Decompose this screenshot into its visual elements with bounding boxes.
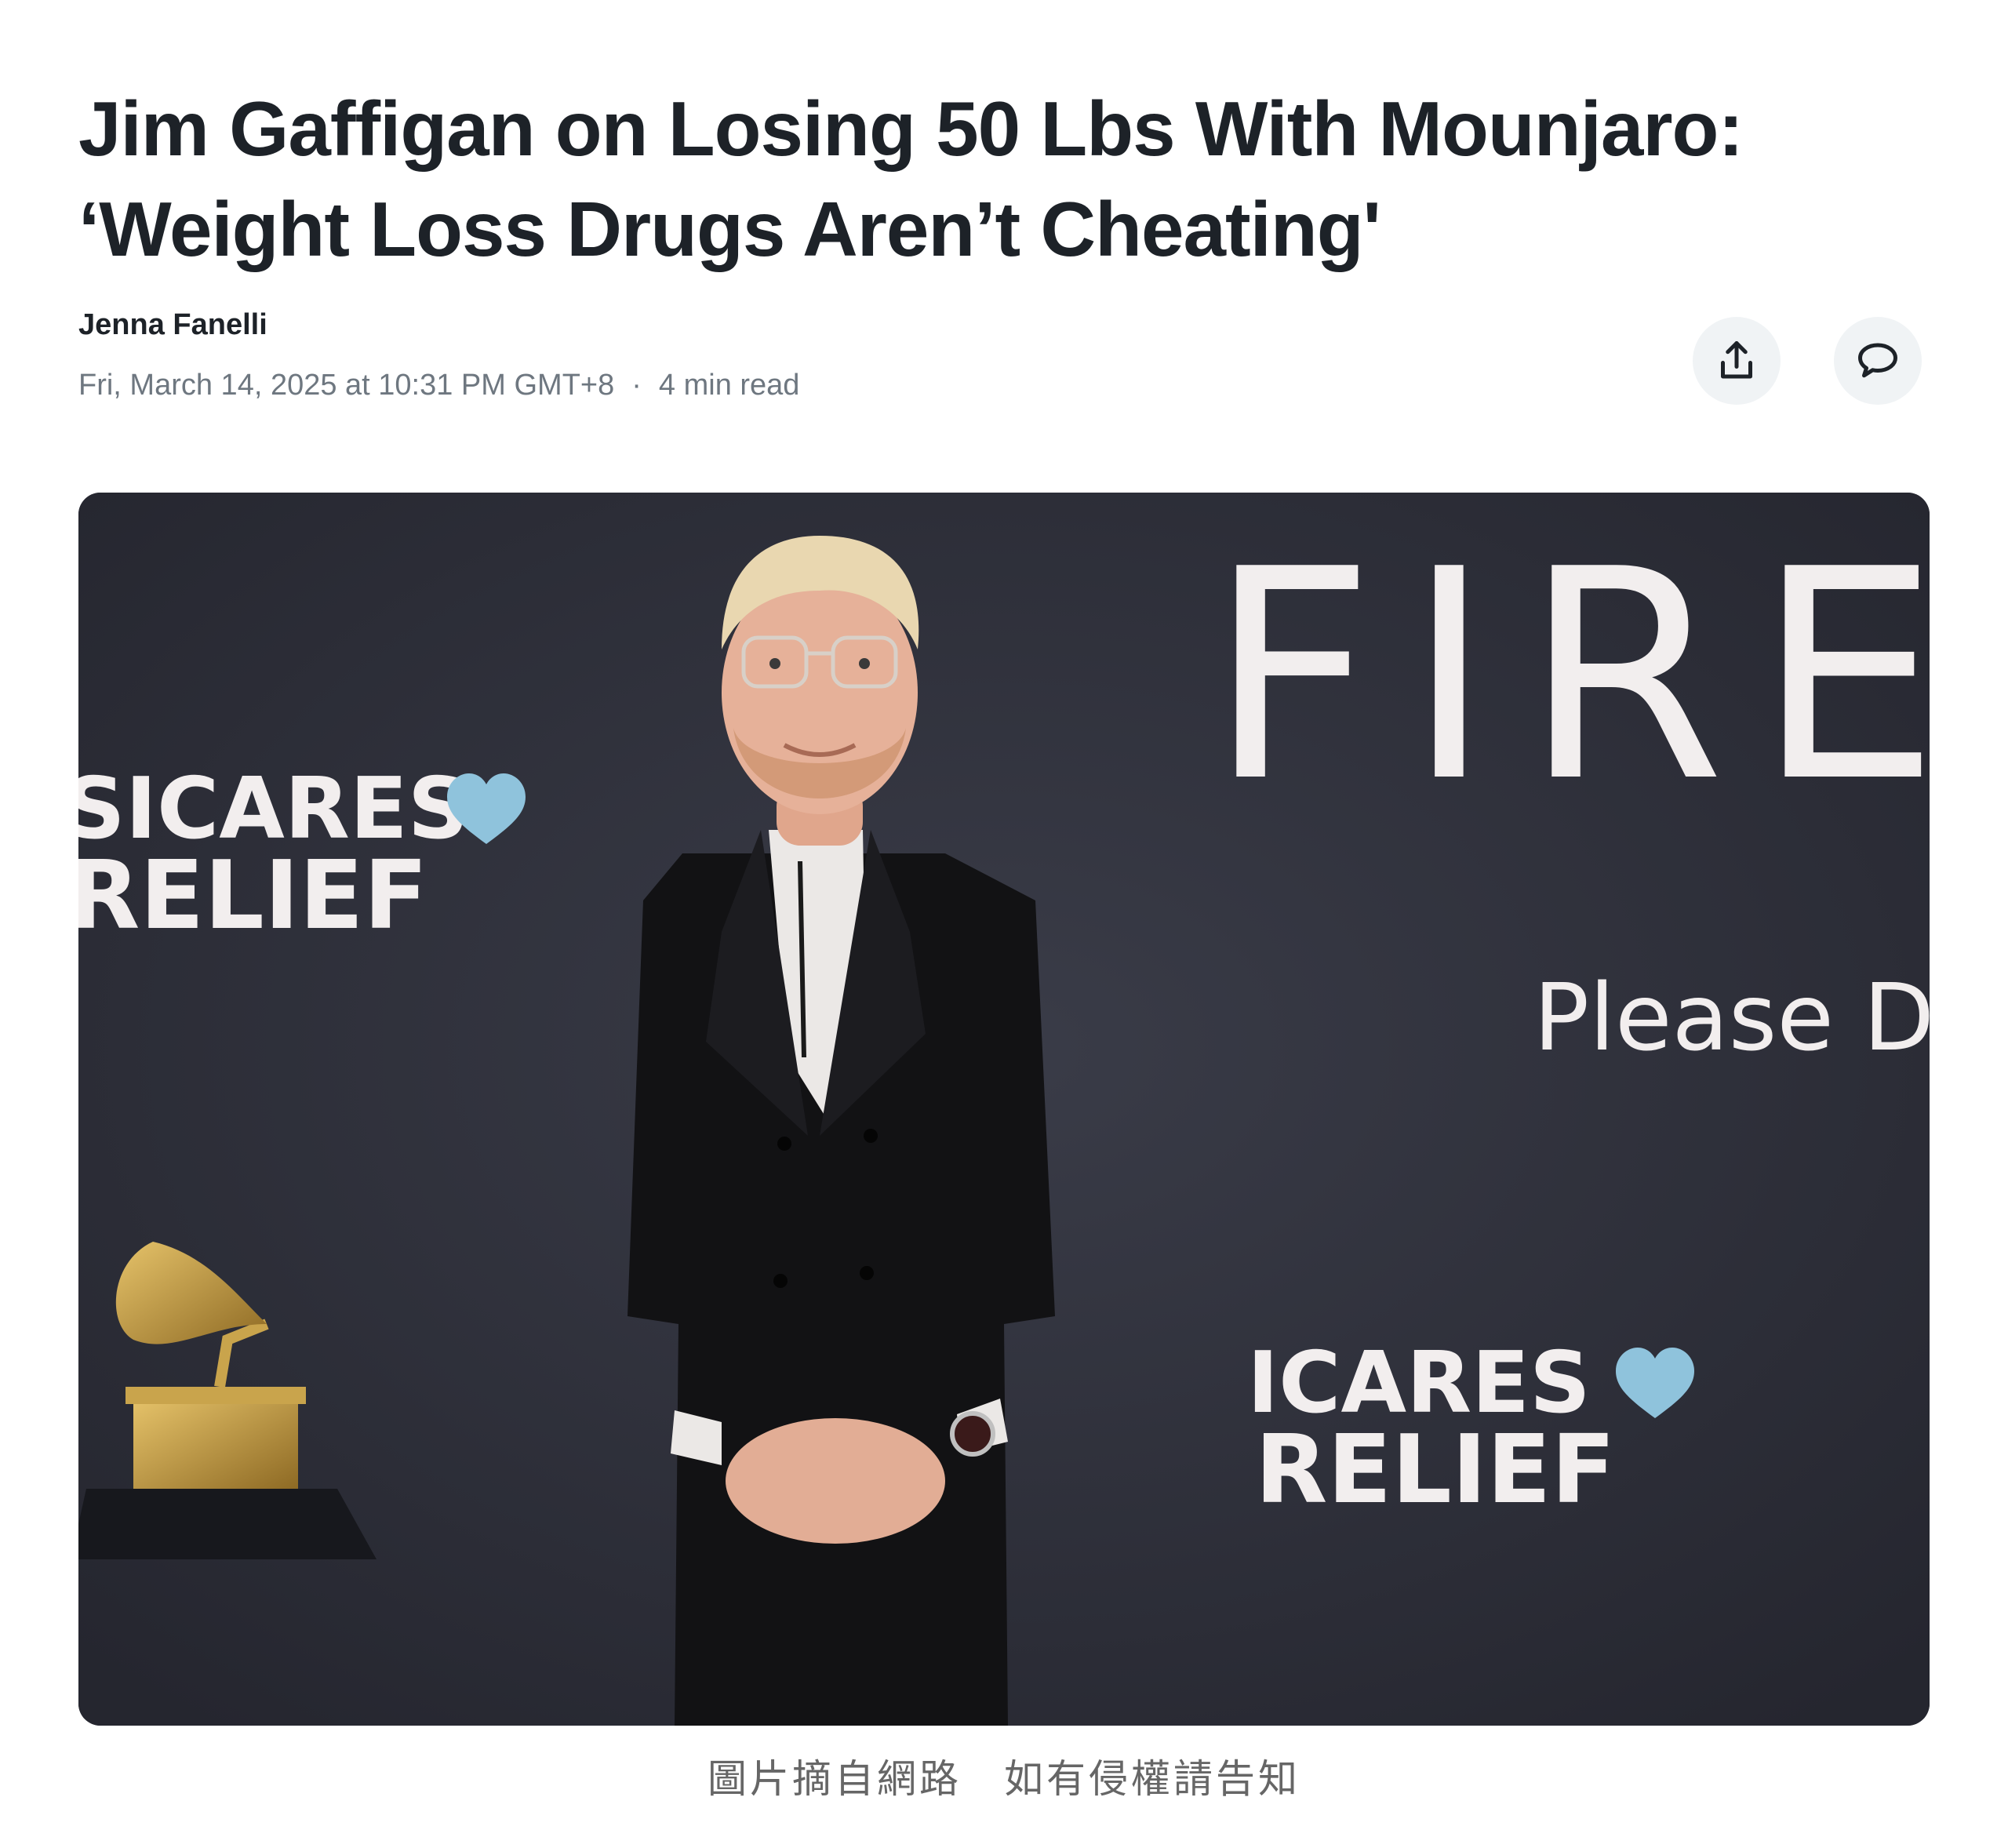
headline-line-2: ‘Weight Loss Drugs Aren’t Cheating'	[78, 186, 1381, 272]
author-name[interactable]: Jenna Fanelli	[78, 308, 267, 342]
share-icon	[1721, 341, 1752, 379]
read-time: 4 min read	[658, 369, 800, 402]
image-caption: 圖片摘自網路 如有侵權請告知	[708, 1756, 1300, 1802]
backdrop-please-text: Please D	[1533, 963, 1930, 1071]
comment-icon	[1858, 343, 1897, 378]
relief-logo-bottom: RELIEF	[1255, 1416, 1615, 1525]
hero-image: FIRE Please D SICARES RELIEF ICARES RELI…	[78, 493, 1930, 1726]
article-meta: Fri, March 14, 2025 at 10:31 PM GMT+8 · 4 …	[78, 369, 799, 402]
backdrop-fire-text: FIRE	[1208, 508, 1930, 846]
article-headline: Jim Gaffigan on Losing 50 Lbs With Mounj…	[78, 78, 1882, 279]
share-button[interactable]	[1693, 317, 1781, 405]
publish-date: Fri, March 14, 2025 at 10:31 PM GMT+8	[78, 369, 615, 402]
meta-separator: ·	[631, 369, 642, 402]
headline-line-1: Jim Gaffigan on Losing 50 Lbs With Mounj…	[78, 85, 1744, 172]
comment-button[interactable]	[1834, 317, 1922, 405]
clasped-hands	[726, 1418, 945, 1544]
wristwatch	[950, 1411, 995, 1457]
relief-logo-top: RELIEF	[78, 842, 427, 951]
